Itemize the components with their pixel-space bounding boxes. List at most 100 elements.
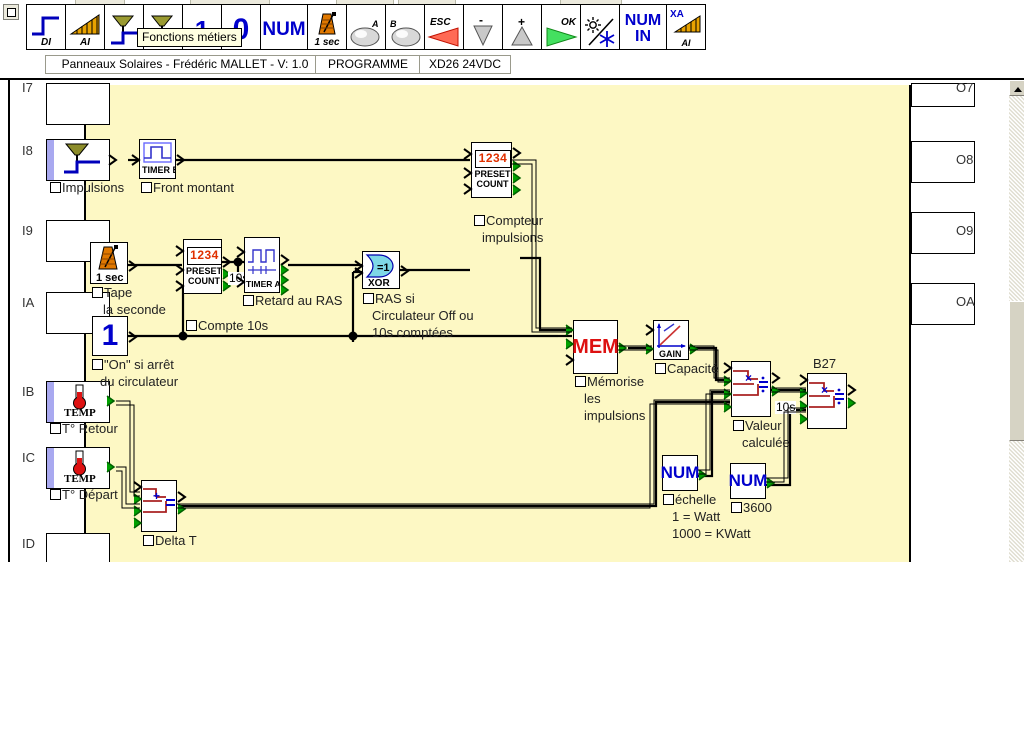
input-pin-green[interactable]: [133, 493, 143, 505]
block-timer-bw-front-montant[interactable]: TIMER BW: [131, 139, 188, 179]
output-pin[interactable]: [177, 491, 187, 503]
input-pin-green[interactable]: [565, 338, 575, 350]
device-model-chip[interactable]: XD26 24VDC: [419, 55, 511, 74]
comment-checkbox[interactable]: [143, 535, 154, 546]
input-pin[interactable]: [565, 354, 575, 366]
output-pin[interactable]: [176, 154, 186, 166]
comment-checkbox[interactable]: [92, 359, 103, 370]
block-gain-capacite[interactable]: GAIN: [645, 320, 699, 360]
xa-ai-tool[interactable]: XA AI: [667, 5, 705, 49]
program-mode-chip[interactable]: PROGRAMME: [315, 55, 421, 74]
output-pin[interactable]: [128, 331, 138, 343]
vertical-scrollbar[interactable]: [1008, 80, 1024, 562]
comment-checkbox[interactable]: [92, 287, 103, 298]
output-pin[interactable]: [108, 154, 118, 166]
scroll-up-button[interactable]: [1009, 80, 1024, 96]
comment-checkbox[interactable]: [731, 502, 742, 513]
comment-checkbox[interactable]: [141, 182, 152, 193]
input-pin-green[interactable]: [723, 375, 733, 387]
input-pin-green[interactable]: [133, 517, 143, 529]
input-pin-green[interactable]: [723, 388, 733, 400]
digital-input-tool[interactable]: DI: [27, 5, 66, 49]
input-pin[interactable]: [175, 245, 185, 257]
block-preset-count-compteur-impulsions[interactable]: 1234 PRESET COUNT: [463, 142, 522, 198]
block-num-echelle[interactable]: NUM: [661, 455, 708, 491]
num-in-tool[interactable]: NUM IN: [620, 5, 667, 49]
output-pin-green[interactable]: [512, 160, 522, 172]
block-subtract-delta-t[interactable]: +: [133, 480, 187, 532]
timer-1sec-tool[interactable]: 1 sec: [308, 5, 347, 49]
output-pin-green[interactable]: [512, 184, 522, 196]
num-tool[interactable]: NUM: [261, 5, 308, 49]
output-pin[interactable]: [512, 147, 522, 159]
comment-checkbox[interactable]: [363, 293, 374, 304]
input-pin[interactable]: [133, 481, 143, 493]
input-pin-green[interactable]: [799, 400, 809, 412]
button-a-tool[interactable]: A: [347, 5, 386, 49]
comment-checkbox[interactable]: [575, 376, 586, 387]
comment-checkbox[interactable]: [50, 423, 61, 434]
input-slot-id[interactable]: [46, 533, 110, 562]
block-constant-one[interactable]: 1: [92, 316, 138, 356]
input-pin[interactable]: [131, 154, 141, 166]
output-pin[interactable]: [400, 265, 410, 277]
output-pin-green[interactable]: [177, 503, 187, 515]
block-multiply-divide-valeur-calculee[interactable]: ×: [723, 361, 781, 417]
output-pin-green[interactable]: [766, 477, 776, 489]
window-restore-box[interactable]: [3, 4, 19, 20]
output-pin-green[interactable]: [618, 342, 628, 354]
output-pin[interactable]: [771, 372, 781, 384]
program-title-chip[interactable]: Panneaux Solaires - Frédéric MALLET - V:…: [45, 55, 325, 74]
program-editor[interactable]: I7 I8 Impulsions I9 IA IB TEMP T° Retour…: [0, 80, 1007, 562]
input-pin[interactable]: [799, 374, 809, 386]
input-pin-green[interactable]: [645, 343, 655, 355]
output-pin-green[interactable]: [771, 385, 781, 397]
input-slot-i8[interactable]: [46, 139, 110, 181]
block-multiply-divide-b27[interactable]: ×: [799, 373, 857, 429]
input-pin[interactable]: [463, 183, 473, 195]
function-block-toolbar[interactable]: DI AI NUM 1 sec A B ESC - + OK NUM IN XA…: [26, 4, 706, 50]
comment-checkbox[interactable]: [186, 320, 197, 331]
input-pin[interactable]: [723, 362, 733, 374]
block-preset-count-compte-10s[interactable]: 1234 PRESET COUNT: [175, 239, 232, 294]
input-pin-green[interactable]: [133, 505, 143, 517]
output-pin-green[interactable]: [512, 172, 522, 184]
scrollbar-thumb[interactable]: [1009, 301, 1024, 441]
input-slot-ic[interactable]: TEMP: [46, 447, 110, 489]
output-pin[interactable]: [128, 260, 138, 272]
output-pin-green[interactable]: [698, 469, 708, 481]
input-pin[interactable]: [645, 324, 655, 336]
input-pin-green[interactable]: [565, 324, 575, 336]
block-mem-memorise[interactable]: MEM: [565, 320, 628, 374]
day-night-tool[interactable]: [581, 5, 620, 49]
input-pin[interactable]: [354, 267, 364, 279]
analog-input-tool[interactable]: AI: [66, 5, 105, 49]
esc-key-tool[interactable]: ESC: [425, 5, 464, 49]
output-pin-green[interactable]: [847, 397, 857, 409]
up-key-tool[interactable]: +: [503, 5, 542, 49]
output-pin[interactable]: [847, 384, 857, 396]
input-pin[interactable]: [463, 167, 473, 179]
down-key-tool[interactable]: -: [464, 5, 503, 49]
input-pin[interactable]: [463, 148, 473, 160]
ok-key-tool[interactable]: OK: [542, 5, 581, 49]
comment-checkbox[interactable]: [243, 295, 254, 306]
block-xor-ras[interactable]: =1 XOR: [354, 251, 410, 289]
comment-checkbox[interactable]: [663, 494, 674, 505]
input-pin[interactable]: [175, 264, 185, 276]
comment-checkbox[interactable]: [50, 489, 61, 500]
input-pin-green[interactable]: [723, 401, 733, 413]
comment-checkbox[interactable]: [733, 420, 744, 431]
comment-checkbox[interactable]: [50, 182, 61, 193]
comment-checkbox[interactable]: [474, 215, 485, 226]
output-pin-green[interactable]: [106, 395, 116, 407]
button-b-tool[interactable]: B: [386, 5, 425, 49]
input-pin[interactable]: [236, 276, 246, 288]
scrollbar-track[interactable]: [1009, 96, 1024, 562]
input-pin[interactable]: [175, 280, 185, 292]
block-clock-1sec[interactable]: 1 sec: [90, 242, 138, 284]
block-num-3600[interactable]: NUM: [729, 463, 776, 499]
comment-checkbox[interactable]: [655, 363, 666, 374]
output-pin-green[interactable]: [106, 461, 116, 473]
input-slot-i7[interactable]: [46, 83, 110, 125]
